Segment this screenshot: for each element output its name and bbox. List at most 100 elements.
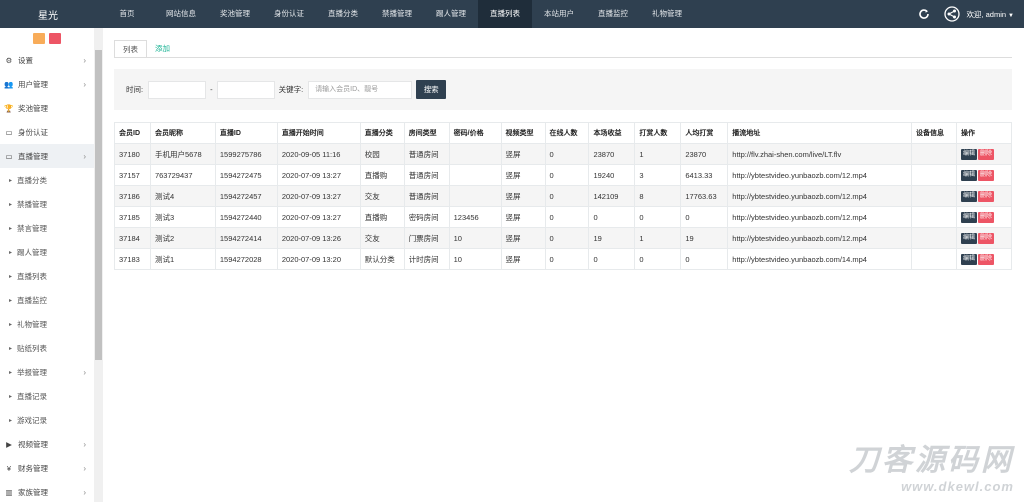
bullet-icon: ▸ xyxy=(9,297,13,304)
action-cell: 编辑 删除 xyxy=(955,227,1013,249)
table-cell: 交友 xyxy=(359,185,405,207)
table-cell xyxy=(911,143,957,165)
sidebar-item[interactable]: ⚙ 设置 › xyxy=(0,48,94,72)
user-avatar-icon[interactable] xyxy=(944,6,961,22)
home-icon[interactable] xyxy=(33,32,45,44)
gears-icon: ⚙ xyxy=(5,55,13,65)
sidebar-item-label: 直播监控 xyxy=(17,295,48,305)
nav-item[interactable]: 首页 xyxy=(100,0,154,28)
edit-button[interactable]: 编辑 xyxy=(960,212,977,223)
refresh-icon[interactable] xyxy=(918,8,930,20)
nav-item[interactable]: 奖池管理 xyxy=(208,0,262,28)
sidebar-item[interactable]: ¥ 财务管理 › xyxy=(0,456,94,480)
bank-icon: ▥ xyxy=(5,487,13,497)
sidebar-item-label: 家族管理 xyxy=(18,487,48,497)
delete-button[interactable]: 删除 xyxy=(977,170,994,181)
nav-item[interactable]: 本站用户 xyxy=(532,0,586,28)
edit-button[interactable]: 编辑 xyxy=(960,233,977,244)
table-header-cell[interactable]: 本场收益 xyxy=(588,122,636,144)
sidebar-item[interactable]: ▭ 身份认证 xyxy=(0,120,94,144)
table-header-cell[interactable]: 打赏人数 xyxy=(634,122,682,144)
watermark-url: www.dkewl.com xyxy=(901,479,1014,494)
bullet-icon: ▸ xyxy=(9,369,13,376)
table-header-cell[interactable]: 直播开始时间 xyxy=(276,122,361,144)
nav-item[interactable]: 踢人管理 xyxy=(424,0,478,28)
table-cell: 37186 xyxy=(114,185,151,207)
sidebar-item-label: 财务管理 xyxy=(18,463,48,473)
sidebar-item-label: 礼物管理 xyxy=(17,319,48,329)
yen-icon: ¥ xyxy=(6,463,12,473)
table-header-cell[interactable]: 房间类型 xyxy=(403,122,450,144)
table-header-cell[interactable]: 直播ID xyxy=(214,122,278,144)
user-menu[interactable]: 欢迎, admin ▼ xyxy=(966,9,1014,20)
delete-button[interactable]: 删除 xyxy=(977,212,994,223)
sidebar: ⚙ 设置 › 👥 用户管理 › 🏆 奖池管理 ▭ 身份认证 ▭ 直播管理 › ▸ 直播分类 ▸ 禁播管理 ▸ 禁言管… xyxy=(0,28,103,502)
tab-add[interactable]: 添加 xyxy=(147,40,178,58)
end-time-input[interactable] xyxy=(216,80,275,99)
edit-button[interactable]: 编辑 xyxy=(960,191,977,202)
table-cell: 竖屏 xyxy=(500,164,546,186)
sidebar-item-label: 用户管理 xyxy=(18,79,48,89)
delete-button[interactable]: 删除 xyxy=(977,254,994,265)
start-time-input[interactable] xyxy=(148,80,207,99)
nav-item[interactable]: 直播列表 xyxy=(478,0,532,28)
table-cell: 17763.63 xyxy=(680,185,729,207)
table-row: 37184 测试2 1594272414 2020-07-09 13:26 交友 门票房间… xyxy=(114,227,1013,249)
table-header-cell[interactable]: 在线人数 xyxy=(544,122,590,144)
sidebar-item[interactable]: ▸ 禁播管理 xyxy=(0,192,94,216)
trash-icon[interactable] xyxy=(49,32,61,44)
table-header-cell[interactable]: 人均打赏 xyxy=(680,122,729,144)
sidebar-item-label: 游戏记录 xyxy=(17,415,48,425)
table-cell: 6413.33 xyxy=(680,164,729,186)
sidebar-item[interactable]: ▸ 贴纸列表 xyxy=(0,336,94,360)
sidebar-item[interactable]: ▭ 直播管理 › xyxy=(0,144,94,168)
table-header-cell[interactable]: 播流地址 xyxy=(727,122,913,144)
sidebar-scroll-thumb[interactable] xyxy=(95,50,102,360)
sidebar-item[interactable]: ▸ 直播监控 xyxy=(0,288,94,312)
nav-item[interactable]: 网站信息 xyxy=(154,0,208,28)
sidebar-item[interactable]: ▸ 游戏记录 xyxy=(0,408,94,432)
table-header-cell[interactable]: 会员昵称 xyxy=(149,122,216,144)
tab-list[interactable]: 列表 xyxy=(114,40,147,58)
sidebar-item[interactable]: ▸ 踢人管理 xyxy=(0,240,94,264)
sidebar-item[interactable]: ▥ 家族管理 › xyxy=(0,480,94,502)
table-header-cell[interactable]: 会员ID xyxy=(114,122,151,144)
nav-item[interactable]: 身份认证 xyxy=(262,0,316,28)
search-button[interactable]: 搜索 xyxy=(416,80,447,99)
table-cell: 0 xyxy=(544,248,590,270)
sidebar-item[interactable]: ▸ 直播列表 xyxy=(0,264,94,288)
table-cell: http://ybtestvideo.yunbaozb.com/12.mp4 xyxy=(727,185,913,207)
sidebar-item[interactable]: ▶ 视频管理 › xyxy=(0,432,94,456)
keyword-input[interactable]: 请输入会员ID、靓号 xyxy=(308,80,413,99)
table-cell: 763729437 xyxy=(149,164,216,186)
table-cell: 23870 xyxy=(588,143,636,165)
nav-item[interactable]: 直播监控 xyxy=(586,0,640,28)
table-row: 37185 测试3 1594272440 2020-07-09 13:27 直播购 密码房… xyxy=(114,206,1013,228)
table-cell: http://ybtestvideo.yunbaozb.com/12.mp4 xyxy=(727,227,913,249)
sidebar-scrollbar[interactable] xyxy=(94,28,103,502)
sidebar-item[interactable]: ▸ 直播分类 xyxy=(0,168,94,192)
sidebar-item[interactable]: ▸ 举报管理 › xyxy=(0,360,94,384)
table-cell: 普通房间 xyxy=(403,143,450,165)
table-header-cell[interactable]: 视频类型 xyxy=(500,122,546,144)
nav-item[interactable]: 直播分类 xyxy=(316,0,370,28)
sidebar-item[interactable]: ▸ 禁言管理 xyxy=(0,216,94,240)
delete-button[interactable]: 删除 xyxy=(977,149,994,160)
nav-item[interactable]: 禁播管理 xyxy=(370,0,424,28)
nav-item[interactable]: 礼物管理 xyxy=(640,0,694,28)
edit-button[interactable]: 编辑 xyxy=(960,170,977,181)
sidebar-item[interactable]: 👥 用户管理 › xyxy=(0,72,94,96)
table-header-cell[interactable]: 直播分类 xyxy=(359,122,405,144)
table-header-cell[interactable]: 操作 xyxy=(955,122,1013,144)
table-cell: 测试2 xyxy=(149,227,216,249)
table-cell: 10 xyxy=(448,248,502,270)
delete-button[interactable]: 删除 xyxy=(977,191,994,202)
sidebar-item[interactable]: ▸ 直播记录 xyxy=(0,384,94,408)
delete-button[interactable]: 删除 xyxy=(977,233,994,244)
edit-button[interactable]: 编辑 xyxy=(960,254,977,265)
edit-button[interactable]: 编辑 xyxy=(960,149,977,160)
sidebar-item[interactable]: 🏆 奖池管理 xyxy=(0,96,94,120)
table-header-cell[interactable]: 设备信息 xyxy=(911,122,957,144)
table-header-cell[interactable]: 密码/价格 xyxy=(448,122,502,144)
sidebar-item[interactable]: ▸ 礼物管理 xyxy=(0,312,94,336)
